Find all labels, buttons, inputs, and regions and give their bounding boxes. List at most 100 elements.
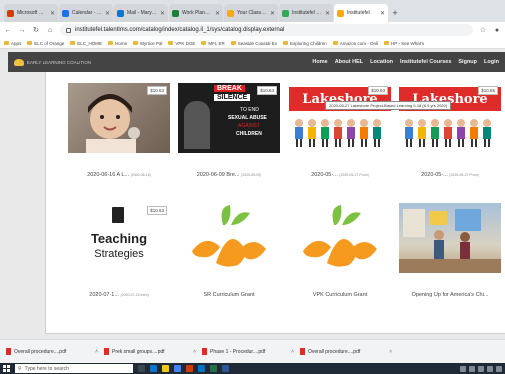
price-badge: $10.63 (368, 86, 388, 95)
course-thumbnail[interactable]: Lakeshore $10.63 (289, 83, 391, 153)
tray-icon[interactable] (469, 365, 475, 372)
chevron-up-icon[interactable]: ˄ (291, 349, 294, 355)
price-badge: $10.63 (147, 86, 167, 95)
close-icon[interactable]: ✕ (105, 10, 110, 17)
word-icon[interactable] (222, 365, 229, 372)
close-icon[interactable]: ✕ (270, 10, 275, 17)
browser-tab[interactable]: Institutefel | Acco✕ (279, 4, 333, 22)
browser-tab[interactable]: Your Classical Hori✕ (224, 4, 278, 22)
download-item[interactable]: Prek small groups....pdf ˄ (104, 348, 196, 355)
course-title[interactable]: SR Curriculum Grant (178, 292, 280, 298)
download-item[interactable]: Overall procedure....pdf ˄ (300, 348, 392, 355)
windows-start-icon[interactable] (3, 365, 10, 372)
tray-icon[interactable] (487, 365, 493, 372)
course-title[interactable]: 2020-07-1... (2020-07-16 Intro) (68, 292, 170, 298)
course-title[interactable]: Opening Up for America's Chi... (399, 292, 501, 298)
tray-icon[interactable] (460, 365, 466, 372)
bookmark-item[interactable]: Myrtice Pal (133, 41, 162, 46)
bookmark-item[interactable]: Exploring Children (282, 41, 327, 46)
system-tray (460, 365, 502, 372)
course-card[interactable]: Teaching Strategies $10.63 2020-07-1... (20… (68, 203, 170, 298)
close-icon[interactable]: ✕ (325, 10, 330, 17)
close-icon[interactable]: ✕ (215, 10, 220, 17)
course-title[interactable]: VPK Curriculum Grant (289, 292, 391, 298)
site-logo[interactable]: EARLY LEARNING COALITION (14, 58, 91, 66)
nav-link[interactable]: Institutefel Courses (400, 59, 451, 65)
bookmark-item[interactable]: MFL ER (201, 41, 225, 46)
course-card[interactable]: BREAK SILENCE TO END SEXUAL ABUSE AGAINST CHI… (178, 83, 280, 178)
logo-mark-icon (14, 58, 24, 66)
course-thumbnail[interactable]: BREAK SILENCE TO END SEXUAL ABUSE AGAINST CHI… (178, 83, 280, 153)
course-title[interactable]: 2020-06-16 A L... (2020-06-16) (68, 172, 170, 178)
chevron-up-icon[interactable]: ˄ (95, 349, 98, 355)
nav-link[interactable]: Signup (458, 59, 477, 65)
bookmark-label: Myrtice Pal (140, 40, 163, 46)
bookmark-item[interactable]: ELC_HOME (70, 41, 102, 46)
course-title[interactable]: 2020-05-... (2020-05-27 Prom) (399, 172, 501, 178)
nav-link[interactable]: Home (312, 59, 327, 65)
course-title-text: VPK Curriculum Grant (312, 292, 368, 298)
course-thumbnail[interactable]: Teaching Strategies $10.63 (68, 203, 170, 273)
browser-tab[interactable]: Mail - Mary Harpe✕ (114, 4, 168, 22)
back-arrow-icon[interactable]: ← (4, 27, 12, 34)
browser-tab[interactable]: Calendar - Mary H✕ (59, 4, 113, 22)
search-icon: ⚲ (18, 365, 22, 372)
bookmark-item[interactable]: Apps (4, 41, 21, 46)
bookmark-star-icon[interactable]: ☆ (479, 26, 487, 34)
bookmark-label: Amazon.com - Onli (339, 40, 379, 46)
course-card[interactable]: Lakeshore $10.65 2020-05-... (2020-05-27 P… (399, 83, 501, 178)
close-icon[interactable]: ✕ (160, 10, 165, 17)
course-card[interactable]: Opening Up for America's Chi... (399, 203, 501, 298)
bookmark-item[interactable]: Seaside Coastal Ex (230, 41, 277, 46)
download-item[interactable]: Phase 1 - Procedur....pdf ˄ (202, 348, 294, 355)
outlook-icon[interactable] (198, 365, 205, 372)
course-card[interactable]: SR Curriculum Grant (178, 203, 280, 298)
nav-link[interactable]: Location (370, 59, 393, 65)
nav-link[interactable]: Login (484, 59, 499, 65)
browser-tab[interactable]: Work Plans - Goo✕ (169, 4, 223, 22)
browser-tab[interactable]: Microsoft Office H✕ (4, 4, 58, 22)
course-thumbnail[interactable] (399, 203, 501, 273)
course-title[interactable]: 2020-06-09 Bre... (2020-06-09) (178, 172, 280, 178)
new-tab-button[interactable]: + (389, 4, 401, 22)
task-view-icon[interactable] (138, 365, 145, 372)
home-icon[interactable]: ⌂ (46, 27, 54, 34)
thumbnail-text: CHILDREN (236, 131, 262, 137)
profile-icon[interactable]: ● (493, 27, 501, 34)
bookmark-item[interactable]: Amazon.com - Onli (332, 40, 379, 46)
bookmark-item[interactable]: ELC of Orange (27, 41, 64, 46)
course-thumbnail[interactable]: $10.63 (68, 83, 170, 153)
folder-icon (168, 41, 174, 45)
taskbar-search[interactable]: ⚲ Type here to search (15, 364, 133, 373)
chevron-up-icon[interactable]: ˄ (193, 349, 196, 355)
excel-icon[interactable] (210, 365, 217, 372)
course-card[interactable]: Lakeshore $10.63 2020-05-... (2020-05-27 P… (289, 83, 391, 178)
bookmark-item[interactable]: Home (108, 41, 127, 46)
office-icon[interactable] (186, 365, 193, 372)
chrome-icon[interactable] (174, 365, 181, 372)
close-icon[interactable]: ✕ (380, 10, 385, 17)
course-thumbnail[interactable]: Lakeshore $10.65 (399, 83, 501, 153)
edge-icon[interactable] (150, 365, 157, 372)
nav-link[interactable]: About HEL (335, 59, 363, 65)
download-item[interactable]: Overall procedure....pdf ˄ (6, 348, 98, 355)
close-icon[interactable]: ✕ (50, 10, 55, 17)
course-card[interactable]: VPK Curriculum Grant (289, 203, 391, 298)
bookmark-item[interactable]: HP - See What's (384, 41, 424, 46)
course-thumbnail[interactable] (178, 203, 280, 273)
course-card[interactable]: $10.63 2020-06-16 A L... (2020-06-16) (68, 83, 170, 178)
forward-arrow-icon[interactable]: → (18, 27, 26, 34)
address-bar[interactable]: institutefel.talentlms.com/catalog/index… (60, 24, 473, 36)
course-thumbnail[interactable] (289, 203, 391, 273)
tab-favicon-icon (62, 9, 69, 17)
tray-icon[interactable] (496, 365, 502, 372)
chevron-up-icon[interactable]: ˄ (389, 349, 392, 355)
pdf-icon (104, 348, 109, 355)
course-title[interactable]: 2020-05-... (2020-05-27 Prom) (289, 172, 391, 178)
course-title-text: Opening Up for America's Chi... (411, 292, 489, 298)
browser-tab[interactable]: Institutefel ✕ (334, 4, 388, 22)
bookmark-item[interactable]: VPK DOE (168, 41, 195, 46)
file-explorer-icon[interactable] (162, 365, 169, 372)
tray-icon[interactable] (478, 365, 484, 372)
reload-icon[interactable]: ↻ (32, 26, 40, 34)
